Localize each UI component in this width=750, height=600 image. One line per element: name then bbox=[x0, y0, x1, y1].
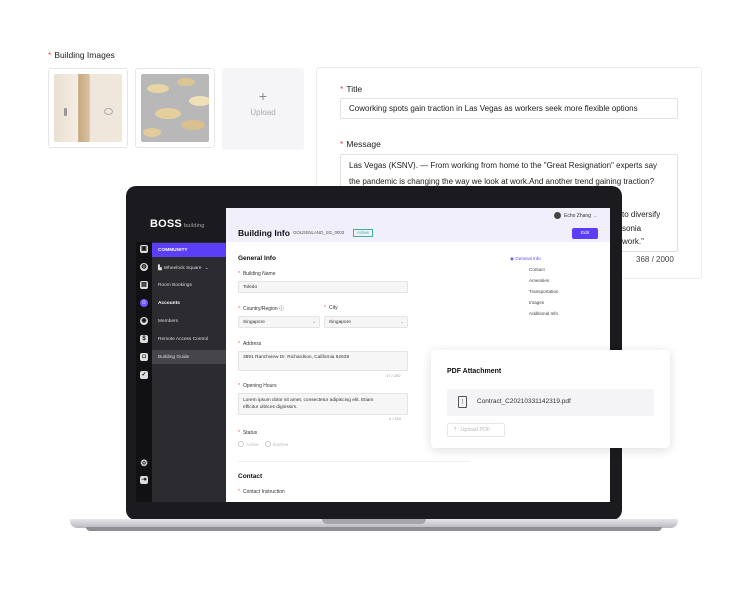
message-line: Las Vegas (KSNV). — From working from ho… bbox=[349, 161, 658, 170]
page-title: Building Info bbox=[238, 228, 290, 238]
building-images-label: * Building Images bbox=[48, 50, 115, 60]
opening-hours-label: * Opening Hours bbox=[238, 383, 277, 389]
message-counter: 368 / 2000 bbox=[636, 255, 674, 264]
logout-icon[interactable]: ⇥ bbox=[140, 476, 148, 484]
status-label: * Status bbox=[238, 430, 258, 436]
building-name-input[interactable]: Toledo bbox=[238, 281, 408, 293]
toc-additional-info[interactable]: Additional Info bbox=[529, 311, 558, 316]
building-icon[interactable]: ▤ bbox=[140, 281, 148, 289]
country-select[interactable]: Singapore ⌄ bbox=[238, 316, 320, 328]
toc-amenities[interactable]: Amenities bbox=[529, 278, 549, 283]
upload-icon: ⤒ bbox=[454, 426, 457, 433]
pdf-attachment-title: PDF Attachment bbox=[447, 368, 502, 375]
address-input[interactable]: 3891 Ranchview Dr. Richardson, Californi… bbox=[238, 351, 408, 371]
toc-transportation[interactable]: Transportation bbox=[529, 289, 558, 294]
building-icon: ▙ bbox=[158, 265, 162, 271]
sidebar-item-remote-access-control[interactable]: Remote Access Control bbox=[152, 332, 226, 346]
divider bbox=[238, 461, 470, 462]
status-badge: Active bbox=[353, 229, 373, 237]
sidebar-item-building-guide[interactable]: Building Guide bbox=[152, 350, 226, 364]
contact-heading: Contact bbox=[238, 473, 263, 480]
city-select[interactable]: Singapore ⌄ bbox=[324, 316, 408, 328]
avatar bbox=[554, 212, 561, 219]
check-icon[interactable]: ✓ bbox=[140, 371, 148, 379]
pdf-file-name[interactable]: Contract_C20210331142319.pdf bbox=[477, 398, 571, 405]
message-overflow-text: to diversify sonia work." bbox=[622, 210, 661, 246]
gear-icon[interactable]: ⚙ bbox=[140, 459, 148, 468]
status-radio-group: Active Inactive bbox=[238, 441, 288, 447]
building-image-thumb-1[interactable] bbox=[48, 68, 128, 148]
pdf-file-icon: ⟆ bbox=[458, 396, 467, 408]
chevron-down-icon: ⌄ bbox=[204, 265, 209, 271]
accounts-icon[interactable]: ☺ bbox=[140, 299, 148, 307]
building-image-thumb-2[interactable] bbox=[135, 68, 215, 148]
required-mark: * bbox=[48, 50, 52, 60]
toc-contact[interactable]: Contact bbox=[529, 267, 545, 272]
upload-image-tile[interactable]: + Upload bbox=[222, 68, 304, 150]
upload-label: Upload bbox=[250, 108, 276, 117]
radio-active[interactable] bbox=[238, 441, 244, 447]
sidebar-item-community[interactable]: COMMUNITY bbox=[152, 243, 226, 257]
city-label: * City bbox=[324, 305, 338, 311]
title-label: * Title bbox=[340, 84, 363, 94]
globe-icon[interactable]: ◍ bbox=[140, 263, 148, 271]
ceiling-lights-photo bbox=[141, 74, 209, 142]
sidebar-item-wheelock-square[interactable]: ▙ Wheelock Square ⌄ bbox=[152, 261, 226, 275]
guide-icon[interactable]: ◘ bbox=[140, 353, 148, 361]
members-icon[interactable]: ◉ bbox=[140, 317, 148, 325]
boss-logo: BOSS building bbox=[150, 218, 205, 230]
room-photo bbox=[54, 74, 122, 142]
user-menu[interactable]: Echo Zhang ⌄ bbox=[554, 212, 597, 219]
message-label: * Message bbox=[340, 139, 381, 149]
laptop-notch bbox=[322, 519, 426, 524]
access-icon[interactable]: $ bbox=[140, 335, 148, 343]
address-counter: 17 / 200 bbox=[386, 373, 401, 378]
laptop-base-shadow bbox=[86, 527, 662, 531]
building-name-label: * Building Name bbox=[238, 271, 276, 277]
sidebar-item-members[interactable]: Members bbox=[152, 314, 226, 328]
toc-general-info[interactable]: ◉ General Info bbox=[510, 256, 541, 262]
chevron-down-icon: ⌄ bbox=[311, 319, 316, 325]
general-info-heading: General Info bbox=[238, 255, 276, 262]
edit-button[interactable]: Edit bbox=[572, 228, 598, 239]
sidebar-item-accounts[interactable]: Accounts bbox=[152, 296, 226, 310]
hours-counter: 0 / 110 bbox=[389, 416, 401, 421]
radio-inactive[interactable] bbox=[264, 441, 271, 447]
title-input[interactable]: Coworking spots gain traction in Las Veg… bbox=[340, 98, 678, 119]
toc-images[interactable]: Images bbox=[529, 300, 544, 305]
chevron-down-icon: ⌄ bbox=[592, 212, 598, 219]
community-icon[interactable]: ▣ bbox=[140, 245, 148, 253]
country-label: * Country/Region ⓘ bbox=[238, 306, 285, 312]
contact-instruction-label: * Contact Instruction bbox=[238, 489, 285, 495]
plus-icon: + bbox=[258, 88, 268, 104]
opening-hours-input[interactable]: Lorem ipsum dolor sit amet, consectetur … bbox=[238, 393, 408, 415]
chevron-down-icon: ⌄ bbox=[399, 319, 404, 325]
address-label: * Address bbox=[238, 341, 262, 347]
building-code: GOLDENLAND_SG_0003 bbox=[293, 230, 345, 235]
sidebar-item-room-bookings[interactable]: Room Bookings bbox=[152, 278, 226, 292]
info-icon: ⓘ bbox=[279, 306, 285, 312]
upload-pdf-button[interactable]: ⤒ Upload PDF bbox=[447, 423, 505, 437]
